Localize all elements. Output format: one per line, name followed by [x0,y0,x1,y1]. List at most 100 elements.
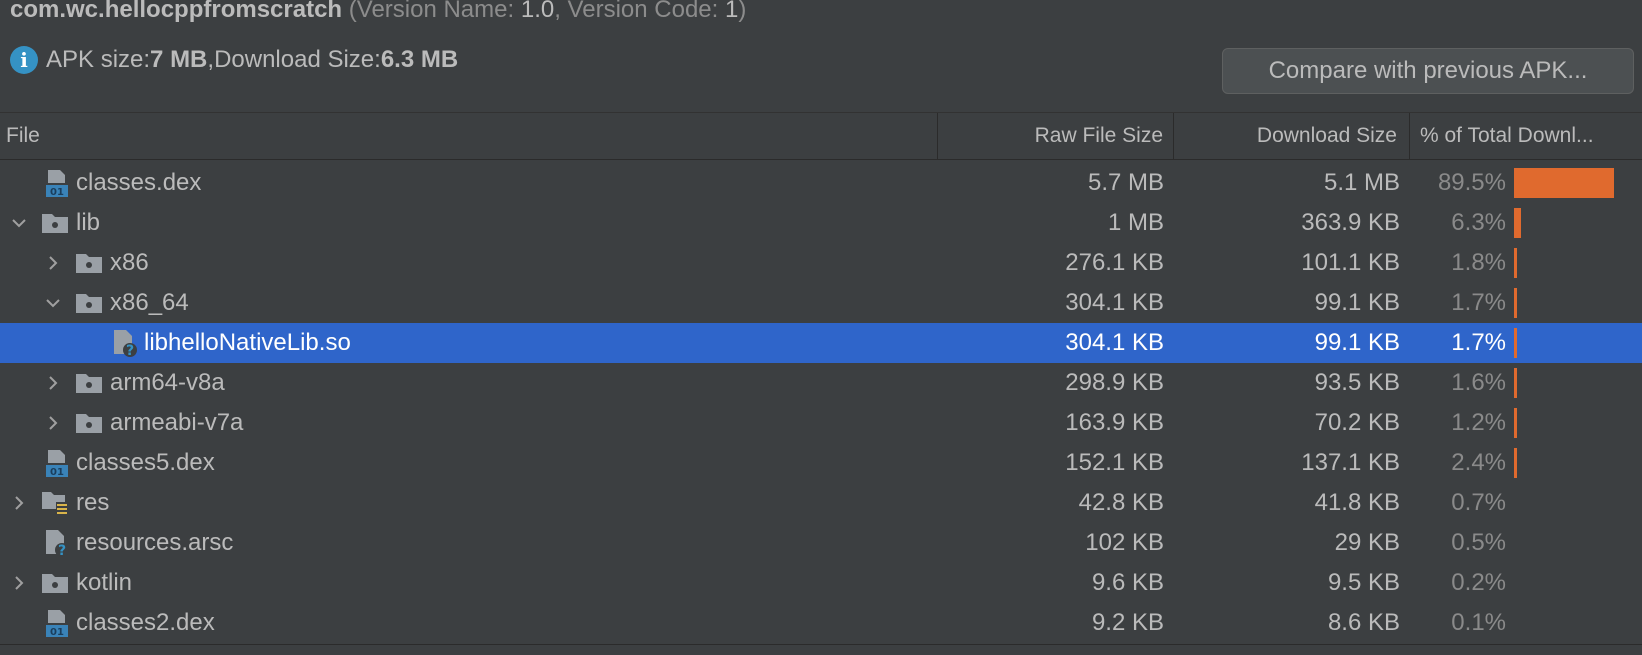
percent-of-total: 1.7% [1451,329,1506,356]
file-name-cell: 01 classes5.dex [6,443,215,483]
raw-file-size: 102 KB [1085,529,1164,556]
download-size: 99.1 KB [1314,329,1400,356]
unknown-file-icon: ? [40,528,70,558]
percent-bar [1514,248,1517,278]
file-tree-table: 01 classes.dex 5.7 MB 5.1 MB 89.5% lib 1 MB 363… [0,163,1642,643]
file-name-cell: res [6,483,109,523]
svg-text:?: ? [126,343,134,358]
file-name: kotlin [76,569,133,596]
version-name: 1.0 [520,0,555,23]
table-row[interactable]: x86_64 304.1 KB 99.1 KB 1.7% [0,283,1642,323]
percent-of-total: 0.7% [1451,489,1506,516]
file-name: classes.dex [76,169,202,196]
file-name-cell: x86 [40,243,149,283]
percent-of-total: 6.3% [1451,209,1506,236]
unknown-file-icon: ? [108,328,138,358]
file-name: res [76,489,110,516]
file-name-cell: lib [6,203,100,243]
percent-bar [1514,448,1517,478]
table-row[interactable]: 01 classes.dex 5.7 MB 5.1 MB 89.5% [0,163,1642,203]
svg-text:?: ? [58,543,66,558]
compare-with-previous-apk-button[interactable]: Compare with previous APK... [1222,48,1634,94]
percent-of-total: 89.5% [1437,169,1506,196]
raw-file-size: 298.9 KB [1065,369,1164,396]
column-raw-file-size[interactable]: Raw File Size [937,113,1173,159]
chevron-right-icon[interactable] [6,570,32,596]
column-percent-of-total[interactable]: % of Total Downl... [1409,113,1642,159]
table-row[interactable]: 01 classes5.dex 152.1 KB 137.1 KB 2.4% [0,443,1642,483]
file-name: classes5.dex [76,449,215,476]
table-row[interactable]: lib 1 MB 363.9 KB 6.3% [0,203,1642,243]
download-size-value: 6.3 MB [380,46,459,73]
download-size-label: Download Size: [214,46,381,73]
download-size: 70.2 KB [1314,409,1400,436]
raw-file-size: 304.1 KB [1065,289,1164,316]
table-row[interactable]: ? resources.arsc 102 KB 29 KB 0.5% [0,523,1642,563]
chevron-right-icon[interactable] [40,410,66,436]
table-header: File Raw File Size Download Size % of To… [0,112,1642,160]
file-name: x86_64 [110,289,189,316]
table-row[interactable]: 01 classes2.dex 9.2 KB 8.6 KB 0.1% [0,603,1642,643]
download-size: 101.1 KB [1301,249,1400,276]
chevron-right-icon[interactable] [6,490,32,516]
percent-of-total: 1.8% [1451,249,1506,276]
file-name-cell: armeabi-v7a [40,403,243,443]
version-info: (Version Name: 1.0, Version Code: 1) [349,0,747,23]
download-size: 41.8 KB [1314,489,1400,516]
table-bottom-border [0,644,1642,655]
download-size: 99.1 KB [1314,289,1400,316]
download-size: 8.6 KB [1327,609,1400,636]
file-name-cell: ? libhelloNativeLib.so [74,323,351,363]
table-row[interactable]: kotlin 9.6 KB 9.5 KB 0.2% [0,563,1642,603]
file-name: arm64-v8a [110,369,225,396]
info-icon: i [10,46,38,74]
apk-size-value: 7 MB [150,46,208,73]
file-name-cell: kotlin [6,563,132,603]
percent-bar [1514,208,1521,238]
dex-file-icon: 01 [40,448,70,478]
percent-of-total: 1.2% [1451,409,1506,436]
svg-text:01: 01 [50,467,64,478]
file-name: resources.arsc [76,529,234,556]
table-row[interactable]: x86 276.1 KB 101.1 KB 1.8% [0,243,1642,283]
download-size: 5.1 MB [1323,169,1400,196]
table-row[interactable]: arm64-v8a 298.9 KB 93.5 KB 1.6% [0,363,1642,403]
download-size: 363.9 KB [1301,209,1400,236]
resource-folder-icon [40,488,70,518]
table-row[interactable]: armeabi-v7a 163.9 KB 70.2 KB 1.2% [0,403,1642,443]
download-size: 9.5 KB [1327,569,1400,596]
apk-header: com.wc.hellocppfromscratch (Version Name… [0,0,1642,110]
table-row[interactable]: ? libhelloNativeLib.so 304.1 KB 99.1 KB 1.7% [0,323,1642,363]
file-name-cell: arm64-v8a [40,363,225,403]
folder-icon [74,368,104,398]
file-name-cell: ? resources.arsc [6,523,233,563]
folder-icon [74,288,104,318]
version-mid: , Version Code: [554,0,725,23]
percent-bar [1514,328,1517,358]
column-file[interactable]: File [6,113,936,159]
raw-file-size: 163.9 KB [1065,409,1164,436]
dex-file-icon: 01 [40,168,70,198]
apk-size-label: APK size: [46,46,151,73]
svg-text:01: 01 [50,187,64,198]
percent-of-total: 0.2% [1451,569,1506,596]
dex-file-icon: 01 [40,608,70,638]
chevron-down-icon[interactable] [40,290,66,316]
table-row[interactable]: res 42.8 KB 41.8 KB 0.7% [0,483,1642,523]
raw-file-size: 9.6 KB [1091,569,1164,596]
raw-file-size: 1 MB [1107,209,1164,236]
chevron-down-icon[interactable] [6,210,32,236]
folder-icon [40,208,70,238]
percent-bar [1514,408,1517,438]
summary-separator: , [207,46,215,73]
raw-file-size: 42.8 KB [1078,489,1164,516]
file-name: armeabi-v7a [110,409,244,436]
package-name: com.wc.hellocppfromscratch [10,0,343,23]
column-download-size[interactable]: Download Size [1173,113,1409,159]
chevron-right-icon[interactable] [40,370,66,396]
percent-of-total: 1.6% [1451,369,1506,396]
chevron-right-icon[interactable] [40,250,66,276]
